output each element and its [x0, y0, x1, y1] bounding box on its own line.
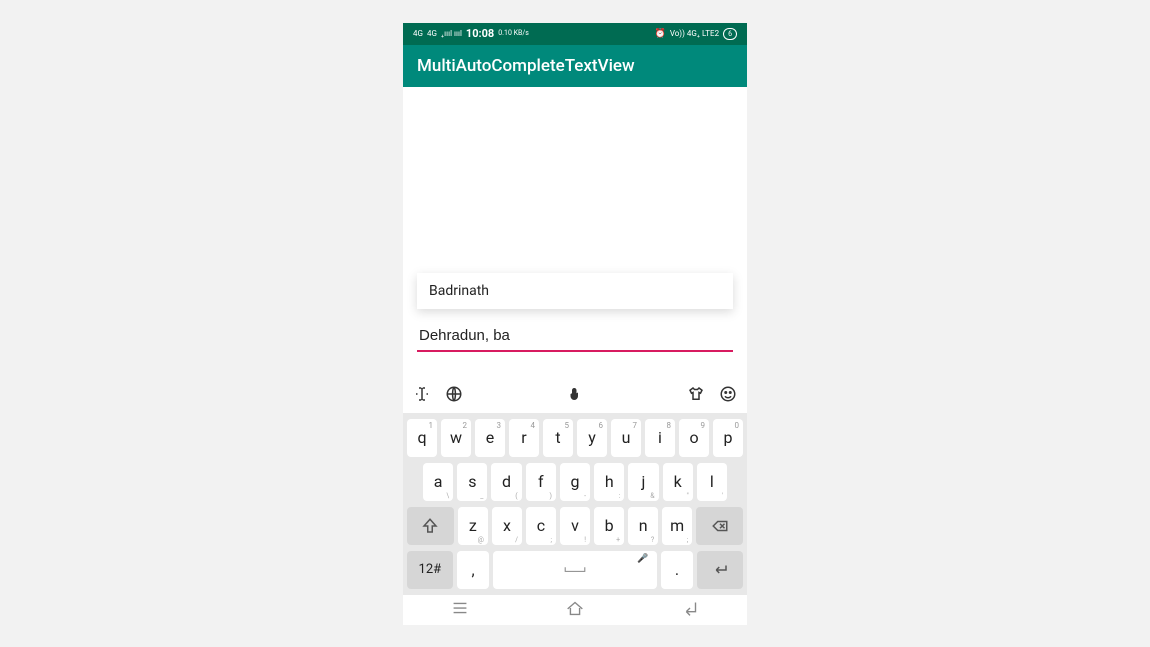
key-v[interactable]: v! [560, 507, 590, 545]
key-q[interactable]: q1 [407, 419, 437, 457]
home-icon[interactable] [564, 597, 586, 623]
key-b[interactable]: b+ [594, 507, 624, 545]
system-nav-bar [403, 595, 747, 625]
key-p[interactable]: p0 [713, 419, 743, 457]
key-f[interactable]: f) [526, 463, 556, 501]
globe-icon[interactable] [445, 385, 463, 407]
signal-icon: 4G [427, 29, 437, 38]
keyboard-toolbar [403, 379, 747, 413]
signal-bars-icon: ₊ıııl ıııl [441, 29, 462, 38]
tshirt-icon[interactable] [687, 385, 705, 407]
app-bar: MultiAutoCompleteTextView [403, 45, 747, 87]
key-j[interactable]: j& [628, 463, 658, 501]
key-x[interactable]: x/ [492, 507, 522, 545]
text-cursor-icon[interactable] [413, 385, 431, 407]
mic-icon: 🎤 [637, 554, 648, 564]
key-s[interactable]: s_ [457, 463, 487, 501]
kb-row-4: 12# , 🎤 . [407, 551, 743, 589]
comma-key[interactable]: , [457, 551, 490, 589]
key-o[interactable]: o9 [679, 419, 709, 457]
status-right: ⏰ Vo)) 4G₊ LTE2 6 [655, 28, 737, 40]
emoji-icon[interactable] [719, 385, 737, 407]
signal-icon: 4G [413, 29, 423, 38]
key-n[interactable]: n? [628, 507, 658, 545]
kb-row-3: z@x/c;v!b+n?m; [407, 507, 743, 545]
status-bar: 4G 4G ₊ıııl ıııl 10:08 0.10 KB/s ⏰ Vo)) … [403, 23, 747, 45]
clock: 10:08 [466, 27, 494, 40]
phone-frame: 4G 4G ₊ıııl ıııl 10:08 0.10 KB/s ⏰ Vo)) … [403, 23, 747, 625]
key-i[interactable]: i8 [645, 419, 675, 457]
app-title: MultiAutoCompleteTextView [417, 56, 635, 76]
key-l[interactable]: l' [697, 463, 727, 501]
key-h[interactable]: h: [594, 463, 624, 501]
key-z[interactable]: z@ [458, 507, 488, 545]
key-k[interactable]: k" [663, 463, 693, 501]
kb-row-2: a\s_d(f)g-h:j&k"l' [407, 463, 743, 501]
key-m[interactable]: m; [662, 507, 692, 545]
key-u[interactable]: u7 [611, 419, 641, 457]
key-a[interactable]: a\ [423, 463, 453, 501]
key-c[interactable]: c; [526, 507, 556, 545]
shift-key[interactable] [407, 507, 454, 545]
status-left: 4G 4G ₊ıııl ıııl 10:08 0.10 KB/s [413, 27, 529, 40]
key-e[interactable]: e3 [475, 419, 505, 457]
backspace-key[interactable] [696, 507, 743, 545]
key-t[interactable]: t5 [543, 419, 573, 457]
volte-label: Vo)) 4G₊ LTE2 [670, 29, 719, 38]
key-w[interactable]: w2 [441, 419, 471, 457]
period-key[interactable]: . [661, 551, 694, 589]
key-d[interactable]: d( [491, 463, 521, 501]
autocomplete-suggestion[interactable]: Badrinath [417, 273, 733, 309]
recent-apps-icon[interactable] [449, 597, 471, 623]
touchpal-icon[interactable] [566, 385, 584, 407]
data-speed: 0.10 KB/s [498, 30, 529, 37]
battery-icon: 6 [723, 28, 737, 40]
kb-row-1: q1w2e3r4t5y6u7i8o9p0 [407, 419, 743, 457]
alarm-icon: ⏰ [655, 29, 666, 39]
back-icon[interactable] [679, 597, 701, 623]
enter-key[interactable] [697, 551, 743, 589]
symbols-key[interactable]: 12# [407, 551, 453, 589]
suggestion-text: Badrinath [429, 283, 489, 299]
key-y[interactable]: y6 [577, 419, 607, 457]
space-key[interactable]: 🎤 [493, 551, 656, 589]
key-g[interactable]: g- [560, 463, 590, 501]
key-r[interactable]: r4 [509, 419, 539, 457]
content-area: Badrinath [403, 87, 747, 379]
soft-keyboard: q1w2e3r4t5y6u7i8o9p0 a\s_d(f)g-h:j&k"l' … [403, 413, 747, 595]
multi-autocomplete-input[interactable] [417, 323, 733, 352]
